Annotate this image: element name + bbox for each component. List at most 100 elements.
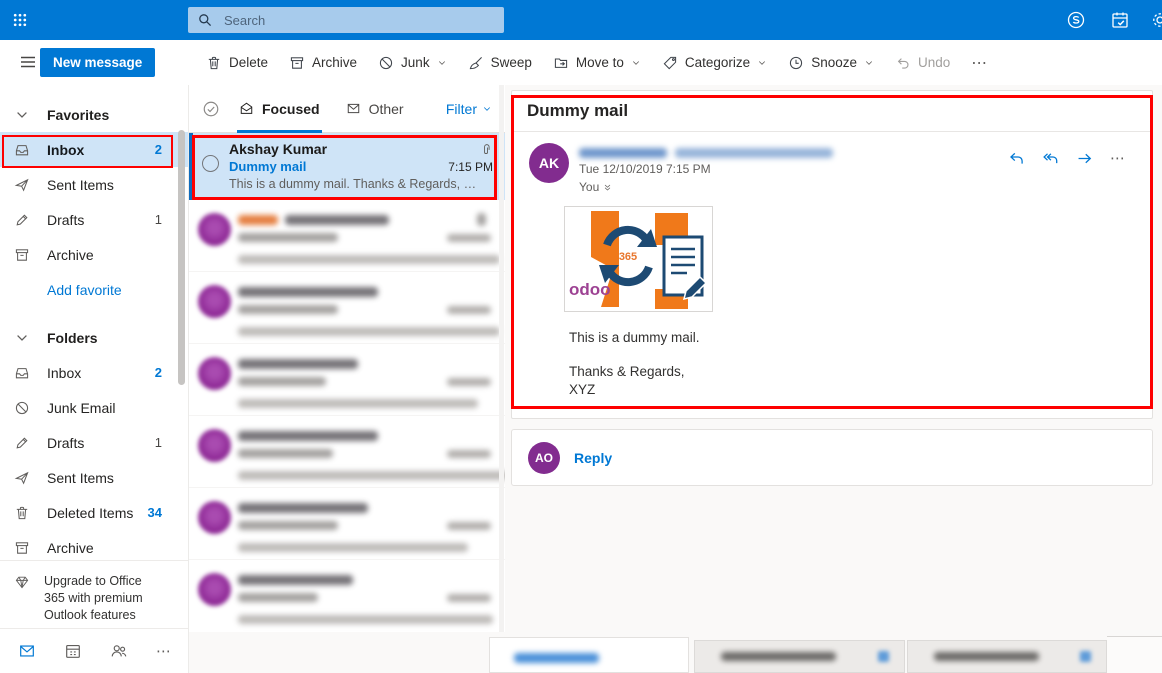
redacted-link — [514, 653, 599, 663]
sidebar-item-inbox[interactable]: Inbox 2 — [0, 132, 188, 167]
move-to-button[interactable]: Move to — [553, 55, 641, 71]
trash-icon — [206, 55, 222, 71]
categorize-button[interactable]: Categorize — [662, 55, 767, 71]
body-line: Thanks & Regards, — [569, 363, 685, 381]
tab-focused-label: Focused — [262, 101, 320, 117]
broom-icon — [468, 55, 484, 71]
undo-button[interactable]: Undo — [895, 55, 950, 71]
my-day-calendar-icon[interactable] — [1110, 10, 1130, 30]
app-launcher-waffle-icon[interactable] — [7, 7, 33, 33]
settings-gear-icon[interactable] — [1150, 10, 1162, 30]
filter-dropdown[interactable]: Filter — [446, 101, 492, 117]
message-date: Tue 12/10/2019 7:15 PM — [579, 162, 711, 176]
collapse-pane-hamburger-icon[interactable] — [12, 51, 34, 73]
avatar — [198, 429, 231, 462]
email-subject: Dummy mail — [229, 158, 306, 176]
more-actions-ellipsis-icon[interactable]: ⋯ — [971, 53, 988, 73]
docked-window-redacted[interactable] — [694, 640, 905, 673]
tab-other[interactable]: Other — [346, 85, 404, 133]
avatar — [198, 501, 231, 534]
new-message-button[interactable]: New message — [40, 48, 155, 77]
quick-reply-card[interactable]: AO Reply — [511, 429, 1153, 486]
archive-label: Archive — [312, 55, 357, 70]
sweep-button[interactable]: Sweep — [468, 55, 532, 71]
search-icon — [197, 12, 213, 28]
delete-button[interactable]: Delete — [206, 55, 268, 71]
move-to-label: Move to — [576, 55, 624, 70]
archive-icon — [289, 55, 305, 71]
calendar-module-icon[interactable] — [64, 642, 82, 660]
redacted-sender-email — [675, 148, 833, 158]
skype-icon[interactable] — [1066, 10, 1086, 30]
redacted-attachment — [477, 213, 486, 226]
email-list-item-selected[interactable]: Akshay Kumar Dummy mail 7:15 PM This is … — [189, 133, 505, 200]
redacted-preview — [238, 615, 493, 624]
folder-item-inbox[interactable]: Inbox 2 — [0, 355, 188, 390]
list-scrollbar-track[interactable] — [499, 85, 504, 632]
folder-item-junk-email[interactable]: Junk Email — [0, 390, 188, 425]
email-list-item-redacted[interactable] — [189, 416, 505, 488]
sender-avatar[interactable]: AK — [529, 143, 569, 183]
folder-item-label: Junk Email — [47, 400, 115, 416]
redacted-sender — [285, 215, 389, 225]
section-gap — [0, 307, 188, 320]
email-list-item-redacted[interactable] — [189, 200, 505, 272]
people-module-icon[interactable] — [110, 642, 128, 660]
sidebar-scrollbar-thumb[interactable] — [178, 130, 185, 385]
redacted-sender-name — [579, 148, 667, 158]
docked-window-redacted[interactable] — [489, 637, 689, 673]
undo-label: Undo — [918, 55, 950, 70]
folder-item-sent-items[interactable]: Sent Items — [0, 460, 188, 495]
user-avatar: AO — [528, 442, 560, 474]
archive-icon — [14, 540, 30, 556]
email-list-item-redacted[interactable] — [189, 344, 505, 416]
redacted-date — [447, 306, 491, 314]
archive-button[interactable]: Archive — [289, 55, 357, 71]
select-all-circle-check-icon[interactable] — [202, 100, 220, 118]
more-message-actions-ellipsis-icon[interactable]: ⋯ — [1110, 149, 1126, 167]
paperclip-icon — [480, 143, 493, 156]
list-bottom-background — [189, 632, 505, 673]
more-modules-ellipsis-icon[interactable]: ⋯ — [156, 642, 172, 660]
junk-button[interactable]: Junk — [378, 55, 447, 71]
message-list: Focused Other Filter Akshay Kumar Dummy … — [189, 85, 505, 673]
upgrade-banner[interactable]: Upgrade to Office 365 with premium Outlo… — [0, 560, 188, 628]
body-line: XYZ — [569, 381, 595, 399]
add-favorite-link[interactable]: Add favorite — [0, 272, 188, 307]
archive-icon — [14, 247, 30, 263]
sidebar-item-drafts[interactable]: Drafts 1 — [0, 202, 188, 237]
docked-window-redacted[interactable] — [907, 640, 1107, 673]
recipient-expander[interactable]: You — [579, 180, 612, 194]
search-input[interactable] — [222, 12, 495, 29]
clock-icon — [788, 55, 804, 71]
folder-item-deleted-items[interactable]: Deleted Items 34 — [0, 495, 188, 530]
redacted-date — [447, 234, 491, 242]
favorites-header[interactable]: Favorites — [0, 97, 188, 132]
email-list-item-redacted[interactable] — [189, 560, 505, 632]
forward-icon[interactable] — [1076, 150, 1093, 167]
email-list-item-redacted[interactable] — [189, 272, 505, 344]
new-message-label: New message — [53, 55, 142, 70]
email-list-item-redacted[interactable] — [189, 488, 505, 560]
redacted-title — [934, 652, 1039, 661]
redacted-preview — [238, 543, 468, 552]
reply-icon[interactable] — [1008, 150, 1025, 167]
categorize-label: Categorize — [685, 55, 750, 70]
sidebar-item-archive[interactable]: Archive — [0, 237, 188, 272]
sidebar-item-sent-items[interactable]: Sent Items — [0, 167, 188, 202]
folder-item-archive[interactable]: Archive — [0, 530, 188, 560]
avatar — [198, 285, 231, 318]
reply-all-icon[interactable] — [1042, 150, 1059, 167]
mail-module-icon[interactable] — [18, 642, 36, 660]
folder-item-label: Drafts — [47, 435, 84, 451]
folders-header[interactable]: Folders — [0, 320, 188, 355]
redacted-preview — [238, 471, 508, 480]
send-icon — [14, 470, 30, 486]
select-message-radio[interactable] — [202, 155, 219, 172]
redacted-subject — [238, 377, 326, 386]
module-switcher: ⋯ — [0, 628, 188, 673]
tab-focused[interactable]: Focused — [237, 85, 322, 133]
search-box[interactable] — [188, 7, 504, 33]
folder-item-drafts[interactable]: Drafts 1 — [0, 425, 188, 460]
snooze-button[interactable]: Snooze — [788, 55, 874, 71]
